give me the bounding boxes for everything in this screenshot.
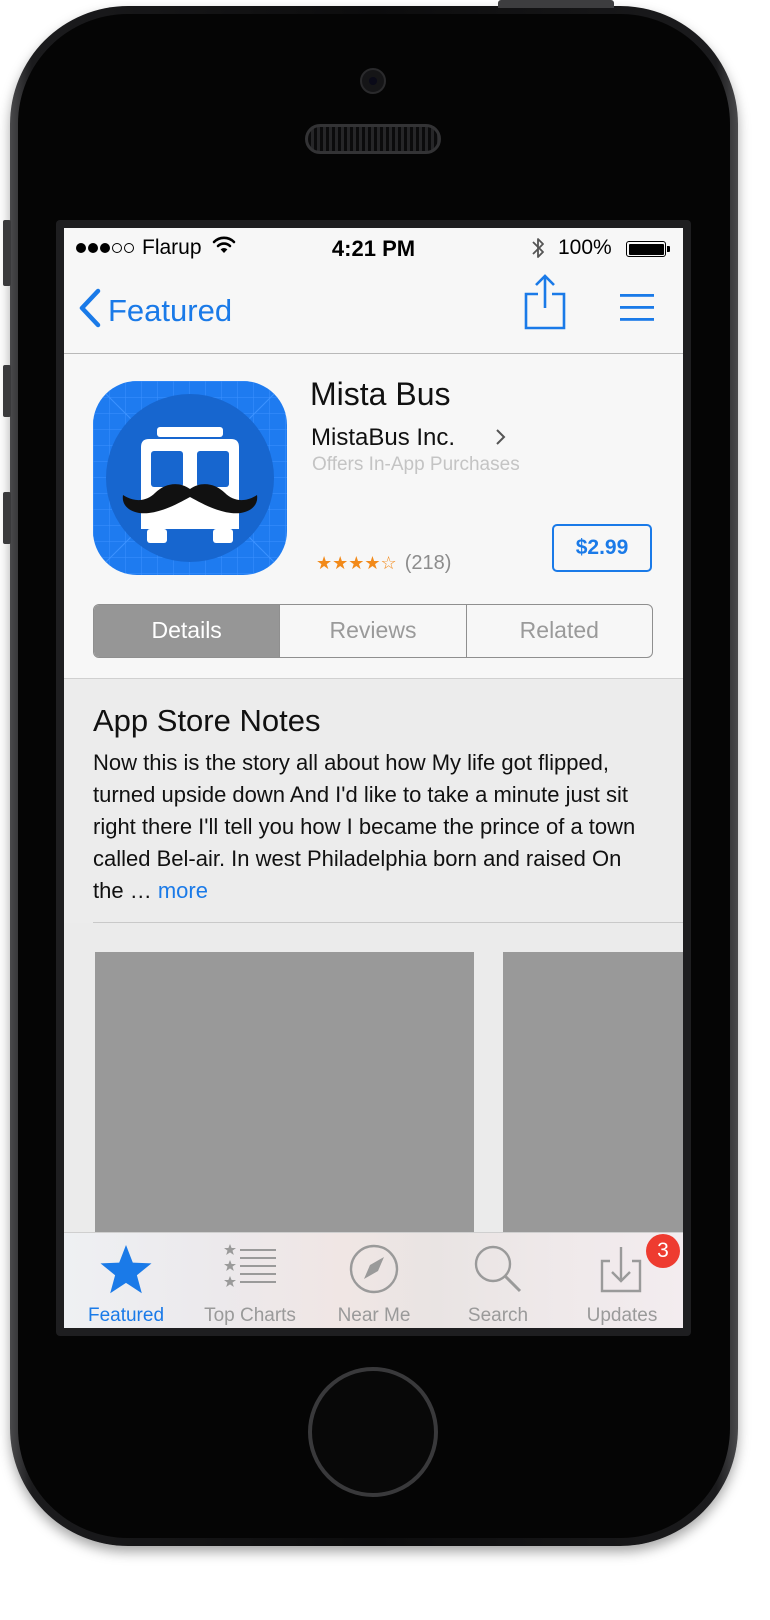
star-rating-icons: ★★★★☆ [316, 553, 397, 573]
notes-body: Now this is the story all about how My l… [93, 747, 653, 907]
power-button [498, 0, 614, 8]
front-camera [360, 68, 386, 94]
notes-ellipsis: … [123, 878, 158, 903]
tab-reviews[interactable]: Reviews [279, 605, 465, 657]
tab-bar: Featured Top Charts Near Me Search Updat… [64, 1232, 683, 1328]
in-app-purchases-note: Offers In-App Purchases [312, 454, 520, 475]
notes-title: App Store Notes [93, 703, 321, 738]
star-icon [64, 1243, 188, 1295]
tab-label: Near Me [337, 1305, 411, 1326]
tab-label: Search [467, 1305, 529, 1326]
mustache-bus-app-icon [93, 381, 287, 575]
compass-icon [312, 1243, 436, 1295]
tab-near-me[interactable]: Near Me [312, 1233, 436, 1328]
volume-down-button [3, 492, 11, 544]
rating-count: (218) [404, 552, 452, 574]
app-store-notes: App Store Notes Now this is the story al… [64, 679, 683, 923]
bluetooth-icon [530, 234, 546, 268]
home-button[interactable] [308, 1367, 438, 1497]
search-icon [436, 1243, 560, 1295]
tab-featured[interactable]: Featured [64, 1233, 188, 1328]
updates-badge: 3 [646, 1234, 680, 1268]
tab-search[interactable]: Search [436, 1233, 560, 1328]
more-link[interactable]: more [158, 878, 208, 903]
earpiece-speaker [305, 124, 441, 154]
app-header: Mista Bus MistaBus Inc. Offers In-App Pu… [64, 354, 683, 679]
volume-up-button [3, 365, 11, 417]
tab-label: Featured [87, 1305, 165, 1326]
tab-related[interactable]: Related [465, 605, 652, 657]
developer-link[interactable]: MistaBus Inc. [311, 424, 455, 452]
share-icon[interactable] [523, 272, 567, 337]
navigation-bar: Featured [64, 270, 683, 354]
price-button[interactable]: $2.99 [552, 524, 652, 572]
tab-top-charts[interactable]: Top Charts [188, 1233, 312, 1328]
back-label: Featured [108, 292, 233, 328]
list-icon [188, 1243, 312, 1289]
back-button[interactable]: Featured [78, 288, 232, 333]
tab-label: Top Charts [204, 1305, 296, 1326]
mute-switch [3, 220, 11, 286]
battery-icon [626, 241, 670, 257]
screen: Flarup 4:21 PM 100% Featured Mista Bus M… [64, 228, 683, 1328]
chevron-right-icon[interactable] [495, 428, 507, 451]
tab-label: Updates [586, 1305, 658, 1326]
divider [93, 922, 683, 923]
battery-percent: 100% [558, 236, 612, 259]
rating[interactable]: ★★★★☆ (218) [316, 552, 451, 575]
menu-icon[interactable] [620, 292, 654, 329]
app-name: Mista Bus [310, 376, 451, 412]
segmented-control: Details Reviews Related [93, 604, 653, 658]
screenshot-placeholder[interactable] [95, 952, 474, 1242]
screenshot-placeholder[interactable] [503, 952, 683, 1242]
status-bar: Flarup 4:21 PM 100% [64, 228, 683, 270]
tab-details[interactable]: Details [94, 605, 280, 657]
back-chevron-icon [78, 288, 102, 333]
